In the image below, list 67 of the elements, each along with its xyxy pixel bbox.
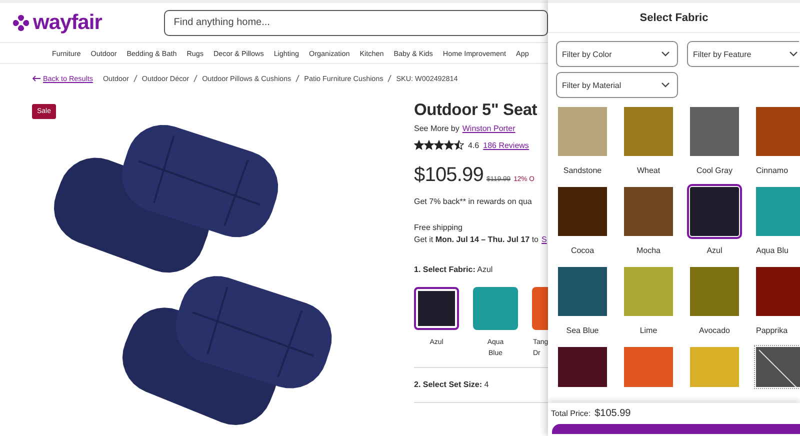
fabric-swatch[interactable] (558, 347, 607, 387)
swatch-label: Sandstone (562, 166, 603, 175)
star-icon (434, 140, 444, 150)
brand-link[interactable]: Winston Porter (462, 124, 516, 133)
fabric-swatch[interactable] (558, 187, 607, 236)
fabric-swatch[interactable] (558, 267, 607, 316)
swatch-label: Cool Gray (695, 166, 734, 175)
filter-dropdown[interactable]: Filter by Feature (687, 41, 799, 67)
fabric-swatch[interactable] (756, 267, 800, 316)
fabric-swatch[interactable] (690, 267, 739, 316)
fabric-swatch[interactable] (414, 287, 459, 330)
product-title: Outdoor 5" Seat (414, 101, 538, 120)
swatch-label: Papprika (756, 326, 789, 335)
separator-icon (193, 74, 198, 82)
fabric-swatch[interactable] (473, 287, 518, 330)
chevron-down-icon (661, 51, 670, 57)
price: $105.99 (414, 164, 484, 187)
fabric-value: Azul (477, 265, 493, 274)
star-icon (414, 140, 424, 150)
fabric-swatch[interactable] (690, 107, 739, 156)
set-size-value: 4 (484, 380, 489, 389)
fabric-swatch[interactable] (756, 107, 800, 156)
fabric-label: 1. Select Fabric: (414, 265, 476, 274)
swatch-label: Cocoa (570, 246, 596, 255)
delivery-text: Get it Mon. Jul 14 – Thu. Jul 17 to (414, 235, 538, 244)
fabric-swatch[interactable] (558, 107, 607, 156)
fabric-swatch[interactable] (690, 187, 739, 236)
total-label: Total Price: (551, 409, 591, 418)
logo-icon (11, 12, 31, 32)
fabric-swatch[interactable] (624, 107, 673, 156)
swatch-label: Avocado (698, 326, 731, 335)
separator-icon (387, 74, 392, 82)
fabric-swatch[interactable] (624, 347, 673, 387)
fabric-swatch[interactable] (756, 187, 800, 236)
fabric-swatch[interactable] (624, 187, 673, 236)
star-icon (424, 140, 434, 150)
star-icon (454, 140, 464, 150)
search-field[interactable]: Find anything home... (164, 10, 548, 36)
swatch-label: Mocha (635, 246, 662, 255)
reviews-link[interactable]: 186 Reviews (483, 140, 529, 150)
shipping-text: Free shipping (414, 223, 464, 232)
swatch-label: Aqua Blu (756, 246, 790, 255)
chevron-down-icon (661, 82, 670, 88)
action-button[interactable] (552, 424, 800, 434)
filter-dropdown[interactable]: Filter by Color (556, 41, 678, 67)
arrow-left-icon (32, 74, 41, 82)
fabric-swatch[interactable] (624, 267, 673, 316)
separator-icon (132, 74, 138, 82)
star-icon (444, 140, 454, 150)
brand-label: See More by (414, 124, 460, 133)
unavailable-swatch[interactable] (756, 347, 800, 387)
rating-value: 4.6 (468, 140, 480, 150)
fabric-swatch[interactable] (690, 347, 739, 387)
rewards-text: Get 7% back** in rewards on qua (414, 197, 533, 206)
swatch-label: Azul (706, 246, 724, 255)
chevron-down-icon (789, 51, 798, 57)
panel-title: Select Fabric (548, 0, 800, 33)
wayfair-logo[interactable]: wayfair (11, 10, 154, 34)
swatch-label: Wheat (636, 166, 662, 175)
swatch-label: Sea Blue (565, 326, 600, 335)
total-price: $105.99 (594, 408, 631, 419)
swatch-label: Lime (638, 326, 658, 335)
filter-dropdown[interactable]: Filter by Material (556, 72, 678, 98)
location-link[interactable]: S (542, 235, 547, 244)
set-size-label: 2. Select Set Size: (414, 380, 482, 389)
swatch-label: Cinnamo (756, 166, 790, 175)
separator-icon (295, 74, 300, 82)
